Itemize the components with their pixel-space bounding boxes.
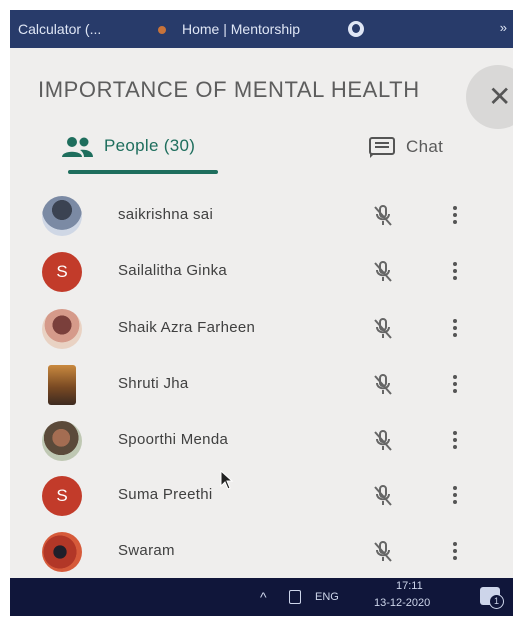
participant-name: Shaik Azra Farheen: [118, 319, 256, 336]
tab-chat[interactable]: Chat: [368, 134, 478, 166]
participant-row[interactable]: Swaram: [10, 524, 513, 580]
avatar: [42, 421, 82, 461]
mic-off-icon: [374, 541, 392, 562]
chat-icon: [369, 137, 395, 158]
avatar: [48, 365, 76, 405]
participant-name: Spoorthi Menda: [118, 431, 229, 448]
tablet-mode-icon[interactable]: [289, 590, 301, 604]
participant-name: Swaram: [118, 542, 175, 559]
participant-name: Suma Preethi: [118, 486, 213, 503]
notification-icon[interactable]: 1: [480, 587, 504, 609]
bookmarks-bar: Calculator (... Home | Mentorship »: [10, 10, 513, 48]
clock-time[interactable]: 17:11: [396, 580, 423, 592]
active-tab-indicator: [68, 170, 218, 174]
participant-row[interactable]: Shruti Jha: [10, 357, 513, 413]
bookmark-home-mentorship[interactable]: Home | Mentorship: [158, 21, 300, 37]
mic-off-icon: [374, 205, 392, 226]
tab-people[interactable]: People (30): [60, 132, 230, 174]
avatar: S: [42, 252, 82, 292]
mic-off-icon: [374, 261, 392, 282]
more-options-button[interactable]: [452, 375, 458, 395]
mic-off-icon: [374, 485, 392, 506]
avatar: [42, 196, 82, 236]
meeting-title: IMPORTANCE OF MENTAL HEALTH: [38, 77, 420, 102]
mouse-cursor-icon: [220, 470, 234, 490]
notification-count: 1: [489, 594, 504, 609]
participant-name: saikrishna sai: [118, 206, 214, 223]
globe-icon[interactable]: [348, 21, 364, 37]
more-options-button[interactable]: [452, 542, 458, 562]
clock-date[interactable]: 13-12-2020: [374, 597, 430, 609]
tab-people-label: People (30): [104, 136, 196, 155]
more-options-button[interactable]: [452, 262, 458, 282]
mic-off-icon: [374, 374, 392, 395]
mic-off-icon: [374, 430, 392, 451]
participant-row[interactable]: saikrishna sai: [10, 188, 513, 244]
more-options-button[interactable]: [452, 206, 458, 226]
language-indicator[interactable]: ENG: [315, 591, 339, 603]
bookmarks-overflow-button[interactable]: »: [500, 20, 507, 35]
avatar: [42, 309, 82, 349]
avatar: [42, 532, 82, 572]
taskbar: ^ ENG 17:11 13-12-2020 1: [10, 578, 513, 616]
tab-chat-label: Chat: [406, 137, 444, 156]
participant-name: Sailalitha Ginka: [118, 262, 228, 279]
more-options-button[interactable]: [452, 319, 458, 339]
close-button[interactable]: ✕: [466, 65, 513, 129]
more-options-button[interactable]: [452, 431, 458, 451]
participant-row[interactable]: Shaik Azra Farheen: [10, 301, 513, 357]
screen: Calculator (... Home | Mentorship » IMPO…: [10, 10, 513, 616]
mic-off-icon: [374, 318, 392, 339]
avatar: S: [42, 476, 82, 516]
close-icon: ✕: [488, 81, 512, 112]
people-icon: [62, 137, 93, 157]
participant-row[interactable]: Spoorthi Menda: [10, 413, 513, 469]
favicon-icon: [158, 26, 166, 35]
participant-row[interactable]: S Sailalitha Ginka: [10, 244, 513, 300]
chevron-up-icon[interactable]: ^: [260, 589, 267, 605]
participant-name: Shruti Jha: [118, 375, 189, 392]
bookmark-home-label: Home | Mentorship: [182, 21, 301, 37]
more-options-button[interactable]: [452, 486, 458, 506]
participant-row[interactable]: S Suma Preethi: [10, 468, 513, 524]
photo-frame: Calculator (... Home | Mentorship » IMPO…: [0, 0, 517, 623]
bookmark-calculator[interactable]: Calculator (...: [18, 21, 101, 37]
